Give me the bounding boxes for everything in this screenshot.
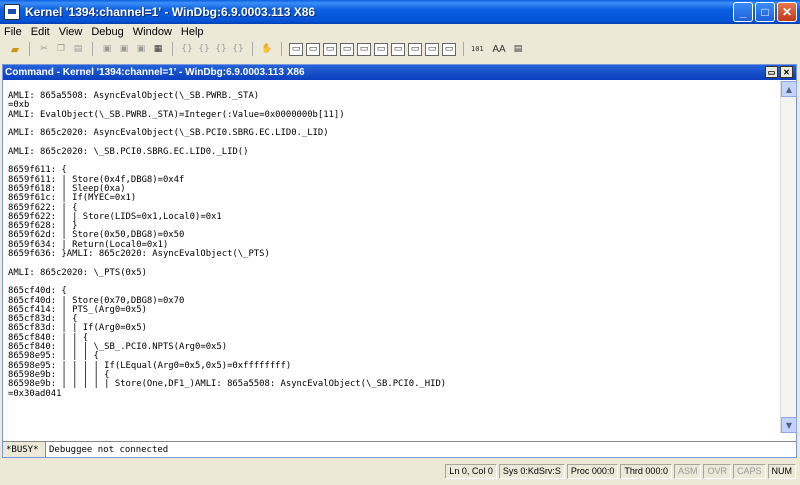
vertical-scrollbar[interactable]: ▲ ▼ bbox=[780, 81, 797, 433]
toolbar: ▰ ✂ ❐ ▤ ▣ ▣ ▣ ▦ {} {} {} {} ✋ ▭ ▭ ▭ ▭ ▭ … bbox=[0, 39, 800, 59]
output-line: 865cf414: | PTS_(Arg0=0x5) bbox=[8, 304, 147, 315]
status-cell: Sys 0:KdSrv:S bbox=[498, 463, 565, 479]
output-line: 865cf840: | | | \_SB_.PCI0.NPTS(Arg0=0x5… bbox=[8, 342, 228, 353]
scroll-up-icon[interactable]: ▲ bbox=[781, 81, 797, 97]
status-cell: Thrd 000:0 bbox=[620, 463, 672, 479]
command-window: Command - Kernel '1394:channel=1' - WinD… bbox=[2, 64, 797, 458]
call-stack-window-icon[interactable]: ▭ bbox=[374, 42, 388, 56]
toolbar-separator bbox=[281, 42, 282, 56]
run-to-cursor-icon[interactable]: {} bbox=[231, 43, 245, 56]
open-folder-icon[interactable]: ▰ bbox=[8, 43, 22, 56]
close-child-button[interactable]: ✕ bbox=[780, 66, 793, 78]
windbg-app-icon[interactable] bbox=[4, 4, 20, 20]
output-line: 865cf83d: | | If(Arg0=0x5) bbox=[8, 323, 147, 334]
locals-window-icon[interactable]: ▭ bbox=[323, 42, 337, 56]
command-prompt: *BUSY* bbox=[3, 442, 46, 457]
font-icon[interactable]: AA bbox=[490, 43, 508, 56]
output-line: 8659f636: }AMLI: 865c2020: AsyncEvalObje… bbox=[8, 249, 270, 260]
output-line: 86598e9b: | | | | | Store(One,DF1_)AMLI:… bbox=[8, 379, 447, 390]
watch-window-icon[interactable]: ▭ bbox=[306, 42, 320, 56]
window-title: Kernel '1394:channel=1' - WinDbg:6.9.000… bbox=[25, 5, 316, 19]
command-input-row: *BUSY* bbox=[3, 441, 796, 457]
command-output[interactable]: AMLI: 865a5508: AsyncEvalObject(\_SB.PWR… bbox=[3, 81, 780, 433]
menu-help[interactable]: Help bbox=[181, 26, 204, 38]
step-into-icon[interactable]: {} bbox=[180, 43, 194, 56]
toolbar-separator bbox=[252, 42, 253, 56]
scroll-down-icon[interactable]: ▼ bbox=[781, 417, 797, 433]
toolbar-separator bbox=[29, 42, 30, 56]
status-cell: NUM bbox=[767, 463, 796, 479]
registers-window-icon[interactable]: ▭ bbox=[340, 42, 354, 56]
status-bar: Ln 0, Col 0 Sys 0:KdSrv:S Proc 000:0 Thrd 0… bbox=[0, 462, 800, 480]
toolbar-separator bbox=[463, 42, 464, 56]
status-cell: Ln 0, Col 0 bbox=[445, 463, 497, 479]
output-line: AMLI: 865a5508: AsyncEvalObject(\_SB.PWR… bbox=[8, 91, 260, 101]
memory-window-icon[interactable]: ▭ bbox=[357, 42, 371, 56]
menu-debug[interactable]: Debug bbox=[91, 26, 123, 38]
scratch-pad-icon[interactable]: ▭ bbox=[408, 42, 422, 56]
output-line: AMLI: EvalObject(\_SB.PWRB._STA)=Integer… bbox=[8, 109, 345, 120]
options-icon[interactable]: ▤ bbox=[511, 43, 525, 56]
copy-icon[interactable]: ❐ bbox=[54, 43, 68, 56]
minimize-button[interactable]: _ bbox=[733, 2, 753, 22]
command-window-icon[interactable]: ▭ bbox=[289, 42, 303, 56]
output-line: 8659f61c: | If(MYEC=0x1) bbox=[8, 193, 137, 204]
source-mode-icon[interactable]: ▭ bbox=[442, 42, 456, 56]
status-cell: OVR bbox=[703, 463, 731, 479]
menu-view[interactable]: View bbox=[59, 26, 83, 38]
step-out-icon[interactable]: {} bbox=[214, 43, 228, 56]
window-title-bar[interactable]: Kernel '1394:channel=1' - WinDbg:6.9.000… bbox=[0, 0, 800, 24]
output-line: 86598e95: | | | | If(LEqual(Arg0=0x5,0x5… bbox=[8, 360, 292, 371]
menu-bar: File Edit View Debug Window Help bbox=[0, 24, 800, 39]
stop-debugging-icon[interactable]: ▣ bbox=[134, 43, 148, 56]
disassembly-window-icon[interactable]: ▭ bbox=[391, 42, 405, 56]
binary-icon[interactable]: 101 bbox=[471, 43, 487, 56]
menu-edit[interactable]: Edit bbox=[31, 26, 50, 38]
step-over-icon[interactable]: {} bbox=[197, 43, 211, 56]
command-window-title-bar[interactable]: Command - Kernel '1394:channel=1' - WinD… bbox=[3, 65, 796, 80]
output-line: =0x30ad041 bbox=[8, 388, 62, 399]
command-window-title: Command - Kernel '1394:channel=1' - WinD… bbox=[5, 67, 305, 78]
cut-icon[interactable]: ✂ bbox=[37, 43, 51, 56]
status-cell: CAPS bbox=[732, 463, 766, 479]
menu-window[interactable]: Window bbox=[133, 26, 172, 38]
restore-child-button[interactable]: ▭ bbox=[765, 66, 778, 78]
toolbar-separator bbox=[172, 42, 173, 56]
output-line: 8659f622: | | Store(LIDS=0x1,Local0)=0x1 bbox=[8, 211, 222, 222]
restart-icon[interactable]: ▣ bbox=[117, 43, 131, 56]
go-icon[interactable]: ▣ bbox=[100, 43, 114, 56]
command-input[interactable] bbox=[46, 442, 796, 457]
processes-threads-icon[interactable]: ▭ bbox=[425, 42, 439, 56]
hand-icon[interactable]: ✋ bbox=[260, 43, 274, 56]
paste-icon[interactable]: ▤ bbox=[71, 43, 85, 56]
output-line: AMLI: 865c2020: \_SB.PCI0.SBRG.EC.LID0._… bbox=[8, 146, 249, 157]
break-icon[interactable]: ▦ bbox=[151, 43, 165, 56]
output-line: AMLI: 865c2020: AsyncEvalObject(\_SB.PCI… bbox=[8, 128, 329, 139]
status-cell: Proc 000:0 bbox=[566, 463, 619, 479]
maximize-button[interactable]: □ bbox=[755, 2, 775, 22]
output-line: AMLI: 865c2020: \_PTS(0x5) bbox=[8, 267, 147, 278]
toolbar-separator bbox=[92, 42, 93, 56]
status-cell: ASM bbox=[673, 463, 702, 479]
menu-file[interactable]: File bbox=[4, 26, 22, 38]
close-button[interactable]: ✕ bbox=[777, 2, 797, 22]
